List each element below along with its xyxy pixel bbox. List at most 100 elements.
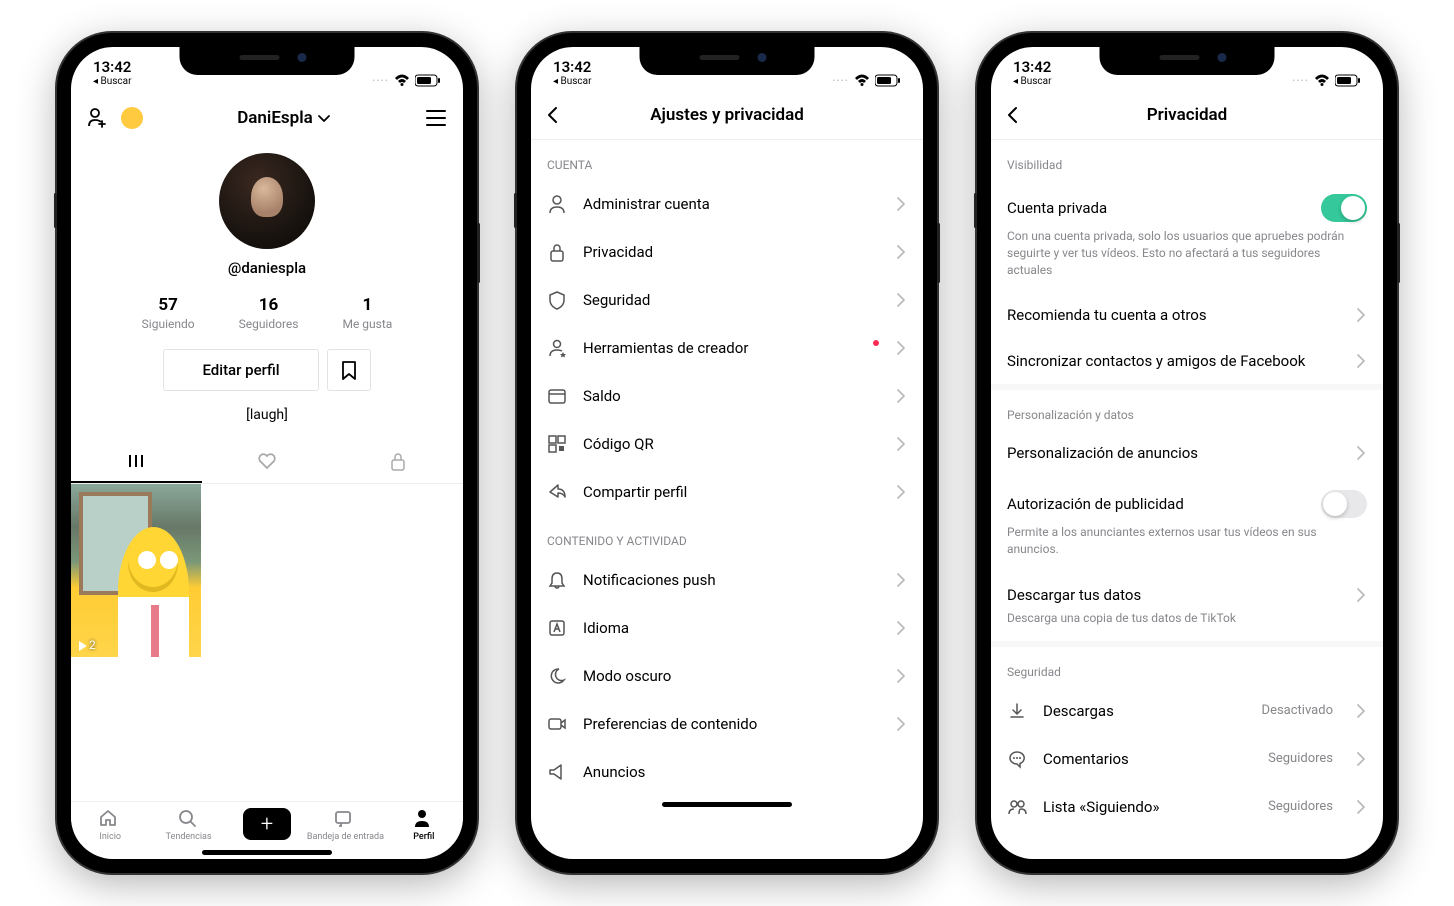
shield-icon	[547, 290, 567, 310]
item-share-profile[interactable]: Compartir perfil	[531, 468, 923, 516]
heart-icon	[257, 451, 277, 471]
chevron-right-icon	[1355, 587, 1367, 603]
signal-dots: ····	[1292, 74, 1309, 87]
item-ads[interactable]: Anuncios	[531, 748, 923, 796]
item-download-data[interactable]: Descargar tus datos Descarga una copia d…	[991, 572, 1383, 641]
item-qr[interactable]: Código QR	[531, 420, 923, 468]
chevron-right-icon	[1355, 799, 1367, 815]
status-back[interactable]: ◂ Buscar	[93, 77, 131, 87]
item-recommend[interactable]: Recomienda tu cuenta a otros	[991, 292, 1383, 338]
chevron-right-icon	[895, 388, 907, 404]
profile-title[interactable]: DaniEspla	[237, 108, 331, 128]
section-visibility: Visibilidad	[991, 140, 1383, 180]
grid-icon	[126, 451, 146, 471]
edit-profile-button[interactable]: Editar perfil	[163, 349, 318, 391]
item-darkmode[interactable]: Modo oscuro	[531, 652, 923, 700]
chevron-right-icon	[895, 244, 907, 260]
back-button[interactable]	[545, 106, 561, 124]
nav-add[interactable]: +	[228, 808, 306, 842]
coin-icon[interactable]	[121, 107, 143, 129]
person-icon	[547, 194, 567, 214]
chevron-right-icon	[895, 668, 907, 684]
section-content: CONTENIDO Y ACTIVIDAD	[531, 516, 923, 556]
battery-icon	[415, 74, 441, 87]
chevron-right-icon	[895, 620, 907, 636]
status-time: 13:42	[93, 60, 131, 75]
play-icon	[76, 639, 86, 651]
battery-icon	[875, 74, 901, 87]
tab-posts[interactable]	[71, 441, 202, 483]
add-person-icon[interactable]	[87, 107, 109, 129]
item-sync-contacts[interactable]: Sincronizar contactos y amigos de Facebo…	[991, 338, 1383, 384]
item-following-list[interactable]: Lista «Siguiendo» Seguidores	[991, 783, 1383, 831]
lock-icon	[388, 451, 408, 471]
plus-icon: +	[243, 808, 291, 840]
bottom-nav: Inicio Tendencias + Bandeja de entrada P…	[71, 801, 463, 844]
private-account-toggle[interactable]	[1321, 194, 1367, 222]
share-icon	[547, 482, 567, 502]
moon-icon	[547, 666, 567, 686]
avatar[interactable]	[219, 153, 315, 249]
nav-trends[interactable]: Tendencias	[149, 808, 227, 842]
chevron-right-icon	[1355, 307, 1367, 323]
stat-likes[interactable]: 1Me gusta	[342, 295, 392, 331]
item-manage-account[interactable]: Administrar cuenta	[531, 180, 923, 228]
status-back[interactable]: ◂ Buscar	[1013, 77, 1051, 87]
item-ad-authorization[interactable]: Autorización de publicidad Permite a los…	[991, 476, 1383, 572]
chevron-down-icon	[317, 112, 331, 124]
nav-profile[interactable]: Perfil	[385, 808, 463, 842]
video-icon	[547, 714, 567, 734]
ad-auth-toggle[interactable]	[1321, 490, 1367, 518]
nav-inbox[interactable]: Bandeja de entrada	[306, 808, 384, 842]
signal-dots: ····	[372, 74, 389, 87]
tab-private[interactable]	[332, 441, 463, 483]
page-title: Ajustes y privacidad	[650, 105, 804, 125]
chevron-right-icon	[895, 340, 907, 356]
item-comments[interactable]: Comentarios Seguidores	[991, 735, 1383, 783]
chevron-right-icon	[895, 196, 907, 212]
chevron-right-icon	[895, 484, 907, 500]
item-push[interactable]: Notificaciones push	[531, 556, 923, 604]
item-language[interactable]: Idioma	[531, 604, 923, 652]
chevron-right-icon	[1355, 353, 1367, 369]
home-indicator[interactable]	[662, 802, 792, 807]
chevron-right-icon	[1355, 703, 1367, 719]
stat-followers[interactable]: 16Seguidores	[239, 295, 299, 331]
chevron-right-icon	[895, 716, 907, 732]
chevron-right-icon	[1355, 751, 1367, 767]
download-icon	[1007, 701, 1027, 721]
item-downloads[interactable]: Descargas Desactivado	[991, 687, 1383, 735]
megaphone-icon	[547, 762, 567, 782]
qr-icon	[547, 434, 567, 454]
wallet-icon	[547, 386, 567, 406]
comment-icon	[1007, 749, 1027, 769]
home-indicator[interactable]	[202, 850, 332, 855]
hamburger-icon[interactable]	[425, 107, 447, 129]
item-creator-tools[interactable]: Herramientas de creador	[531, 324, 923, 372]
bookmark-button[interactable]	[327, 349, 371, 391]
item-content-pref[interactable]: Preferencias de contenido	[531, 700, 923, 748]
battery-icon	[1335, 74, 1361, 87]
back-button[interactable]	[1005, 106, 1021, 124]
video-thumbnail[interactable]: 2	[71, 484, 201, 657]
chevron-right-icon	[895, 572, 907, 588]
item-privacy[interactable]: Privacidad	[531, 228, 923, 276]
item-balance[interactable]: Saldo	[531, 372, 923, 420]
item-private-account[interactable]: Cuenta privada Con una cuenta privada, s…	[991, 180, 1383, 292]
status-back[interactable]: ◂ Buscar	[553, 77, 591, 87]
status-time: 13:42	[1013, 60, 1051, 75]
wifi-icon	[394, 74, 410, 87]
tab-liked[interactable]	[202, 441, 333, 483]
stat-following[interactable]: 57Siguiendo	[142, 295, 195, 331]
section-personalization: Personalización y datos	[991, 390, 1383, 430]
section-account: CUENTA	[531, 140, 923, 180]
signal-dots: ····	[832, 74, 849, 87]
wifi-icon	[1314, 74, 1330, 87]
item-security[interactable]: Seguridad	[531, 276, 923, 324]
chevron-right-icon	[895, 436, 907, 452]
bio: [laugh]	[71, 407, 463, 423]
item-ads-personalization[interactable]: Personalización de anuncios	[991, 430, 1383, 476]
section-security: Seguridad	[991, 647, 1383, 687]
nav-home[interactable]: Inicio	[71, 808, 149, 842]
chevron-right-icon	[1355, 445, 1367, 461]
